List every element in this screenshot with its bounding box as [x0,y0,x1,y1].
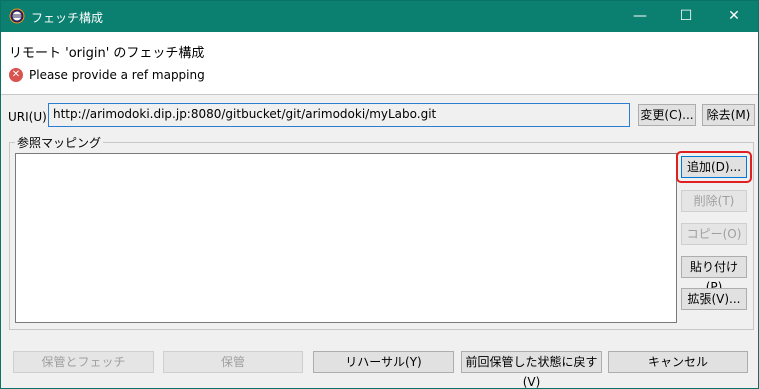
uri-label: URI(U): [8,110,51,124]
maximize-button[interactable]: ☐ [663,1,709,32]
save-button[interactable]: 保管 [163,351,303,373]
ref-mappings-title: 参照マッピング [15,134,104,151]
expand-mapping-button[interactable]: 拡張(V)... [681,288,747,310]
remove-uri-button[interactable]: 除去(M) [702,104,755,126]
change-uri-button[interactable]: 変更(C)... [638,104,696,126]
add-mapping-button[interactable]: 追加(D)... [681,156,747,178]
eclipse-app-icon [9,8,25,24]
title-bar: フェッチ構成 — ☐ ✕ [1,1,758,32]
error-icon: ✕ [9,68,23,82]
uri-field[interactable]: http://arimodoki.dip.jp:8080/gitbucket/g… [48,103,630,127]
dialog-header: リモート 'origin' のフェッチ構成 ✕ Please provide a… [1,32,758,94]
save-and-fetch-button[interactable]: 保管とフェッチ [13,351,154,373]
revert-button[interactable]: 前回保管した状態に戻す(V) [461,351,602,389]
paste-mapping-button[interactable]: 貼り付け(P) [681,256,747,294]
header-title: リモート 'origin' のフェッチ構成 [9,46,205,61]
window-title: フェッチ構成 [31,11,104,25]
dry-run-button[interactable]: リハーサル(Y) [313,351,454,373]
error-message: Please provide a ref mapping [29,68,205,82]
ref-mappings-list[interactable] [15,153,677,323]
delete-mapping-button[interactable]: 削除(T) [681,190,747,212]
fetch-config-dialog: フェッチ構成 — ☐ ✕ リモート 'origin' のフェッチ構成 ✕ Ple… [0,0,759,389]
minimize-button[interactable]: — [617,1,663,32]
copy-mapping-button[interactable]: コピー(O) [681,223,747,245]
close-button[interactable]: ✕ [711,1,757,32]
header-divider [1,94,758,95]
cancel-button[interactable]: キャンセル [608,351,748,373]
